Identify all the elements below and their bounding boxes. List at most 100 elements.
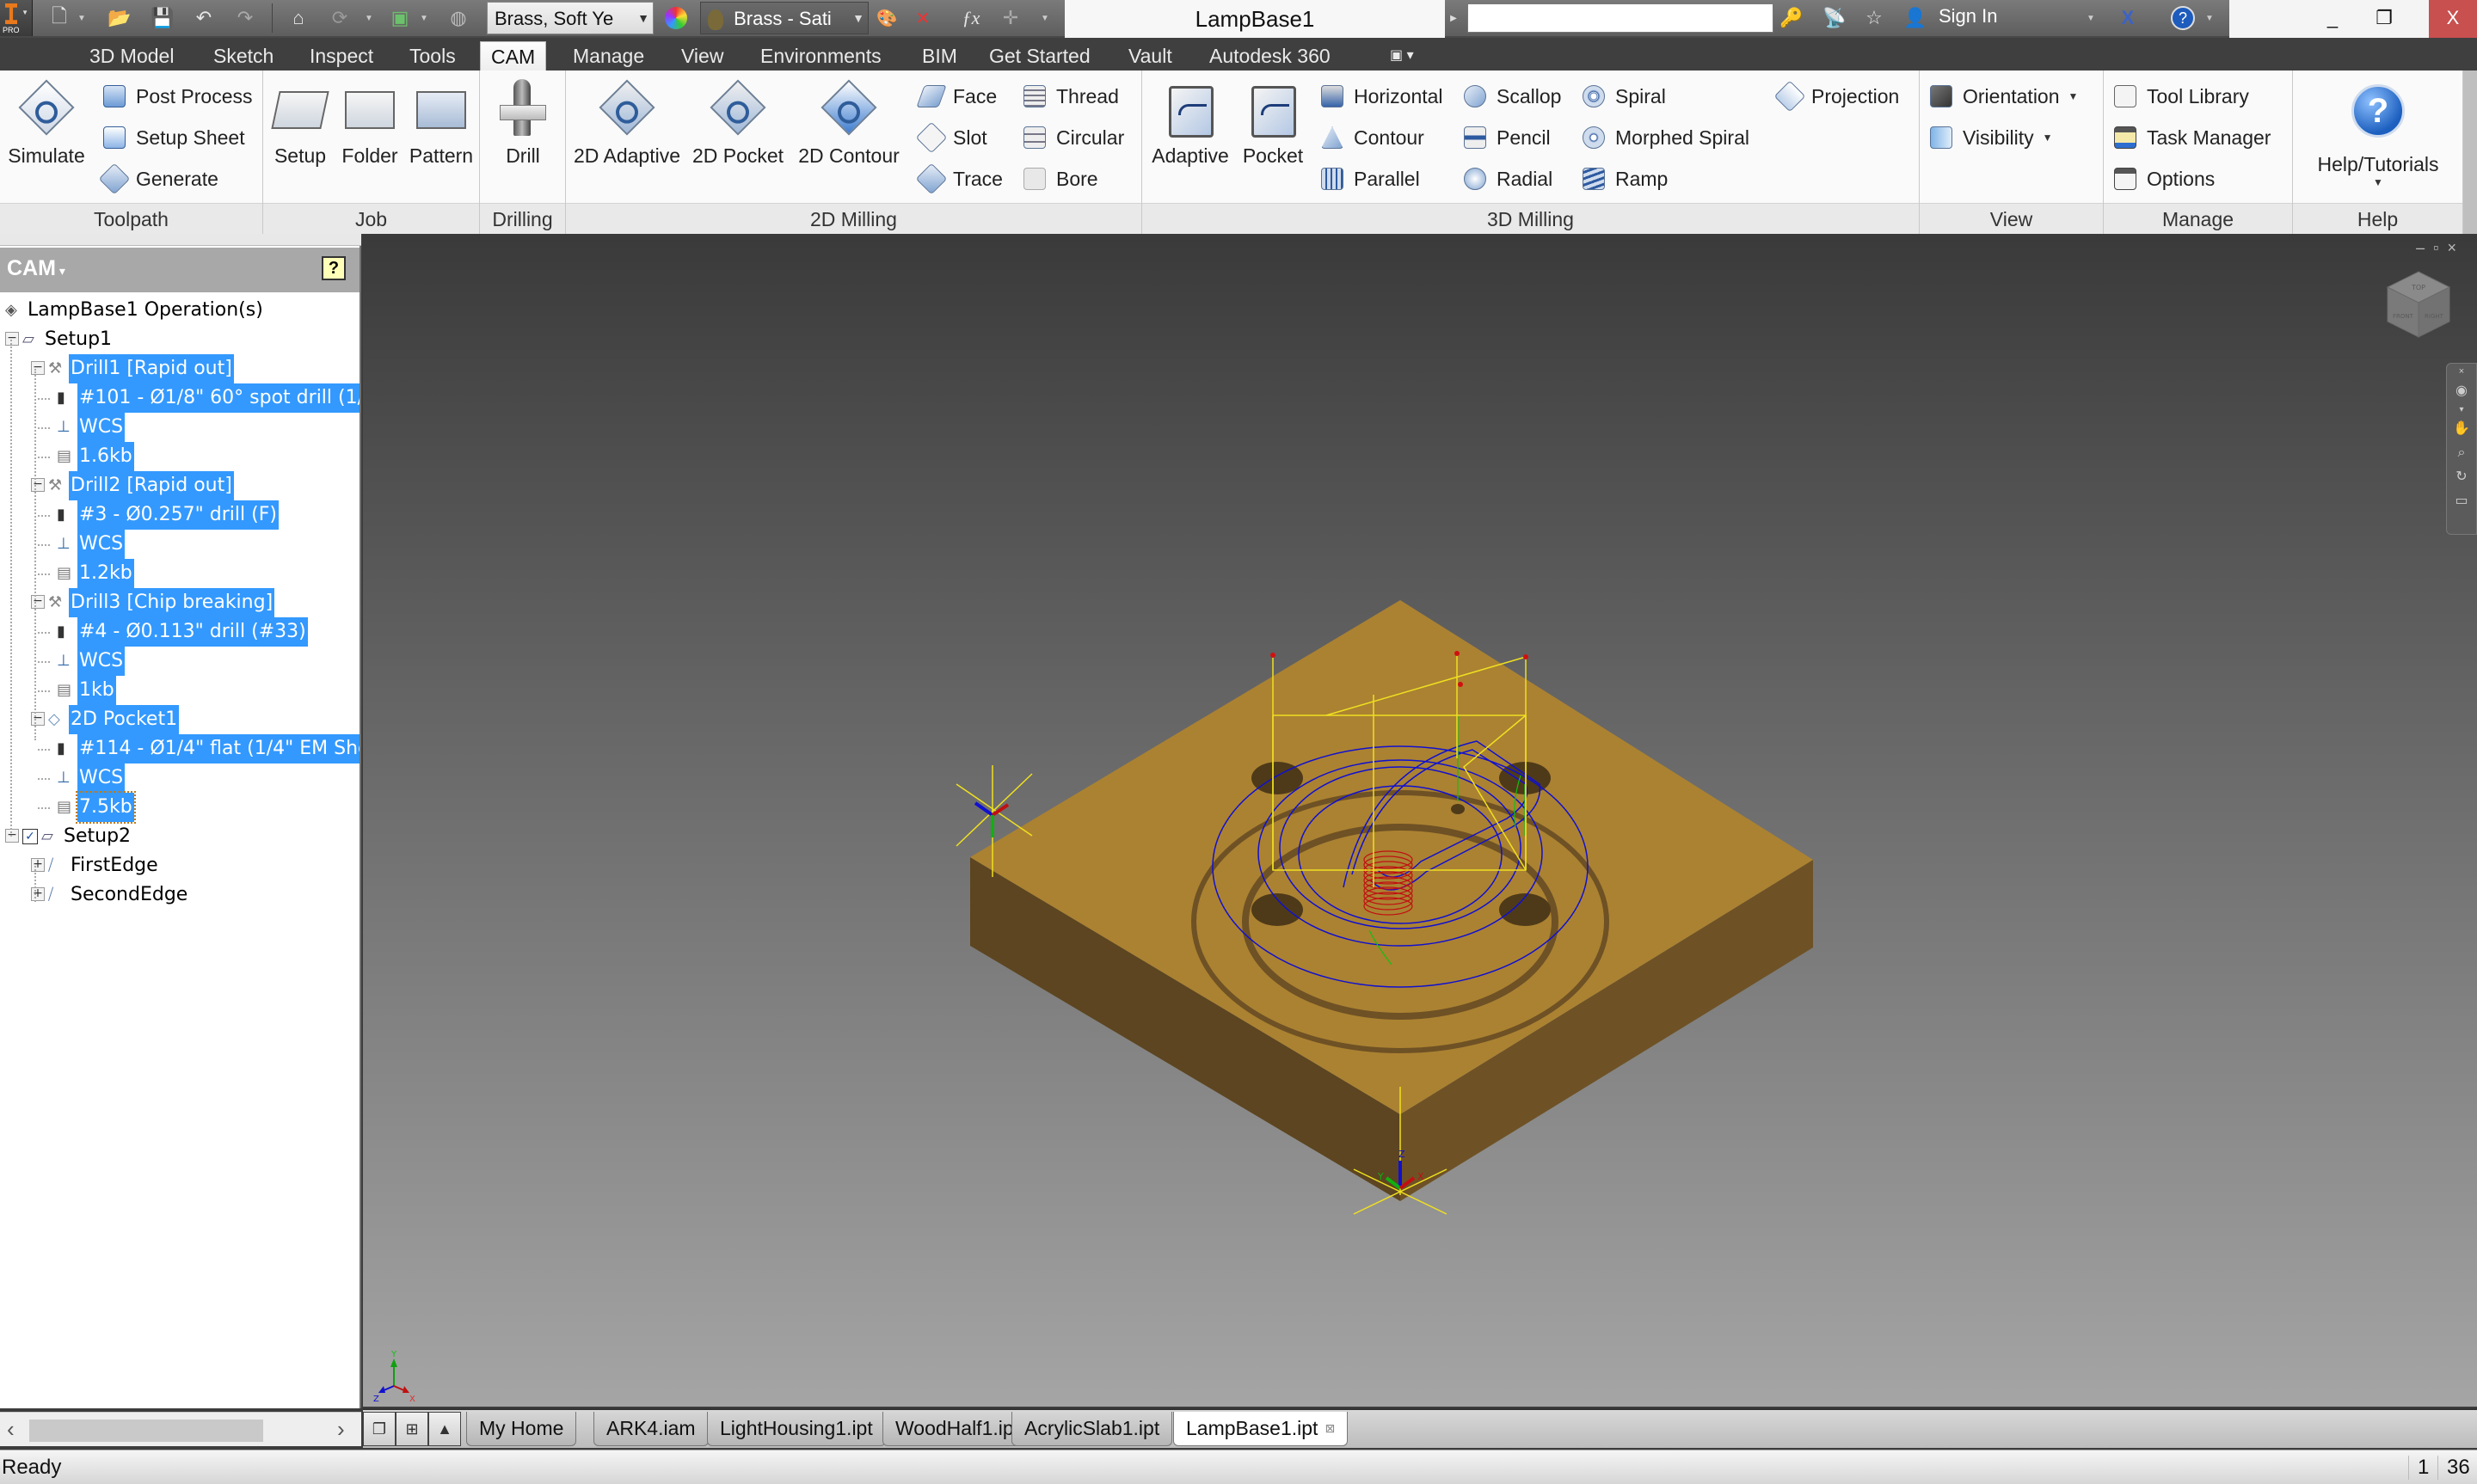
bore-button[interactable]: Bore	[1022, 162, 1098, 196]
collapse-icon[interactable]: −	[31, 361, 45, 375]
tree-node-label[interactable]: 1kb	[77, 676, 116, 705]
tree-node[interactable]: ▤ 1kb	[0, 676, 360, 705]
ramp-button[interactable]: Ramp	[1581, 162, 1668, 196]
tab-environments[interactable]: Environments	[750, 41, 892, 71]
tree-node-label[interactable]: WCS	[77, 413, 126, 442]
update-dropdown-icon[interactable]: ▼	[363, 5, 375, 31]
key-icon[interactable]: 🔑	[1779, 5, 1804, 31]
doc-tab-my-home[interactable]: My Home	[466, 1412, 577, 1446]
radial-button[interactable]: Radial	[1462, 162, 1552, 196]
collapse-icon[interactable]: −	[31, 712, 45, 726]
tree-node-label[interactable]: Drill1 [Rapid out]	[69, 354, 234, 383]
model-view[interactable]: Z X Y Y Z X	[363, 234, 2477, 1407]
tree-node[interactable]: ▤ 7.5kb	[0, 791, 360, 824]
2d-pocket-button[interactable]: 2D Pocket	[686, 79, 790, 168]
tree-node[interactable]: ▮ #3 - Ø0.257" drill (F)	[0, 500, 360, 530]
3d-contour-button[interactable]: Contour	[1319, 120, 1424, 155]
satellite-icon[interactable]: 📡	[1822, 5, 1847, 31]
tree-node[interactable]: ⊥ WCS	[0, 647, 360, 676]
collapse-icon[interactable]: −	[31, 595, 45, 609]
browser-header[interactable]: CAM ▾ ?	[0, 248, 360, 292]
tab-sketch[interactable]: Sketch	[203, 41, 284, 71]
tree-node[interactable]: ⊥ WCS	[0, 413, 360, 442]
tree-node[interactable]: − ⚒ Drill1 [Rapid out]	[0, 354, 360, 383]
2d-adaptive-button[interactable]: 2D Adaptive	[571, 79, 683, 168]
tab-view[interactable]: View	[671, 41, 734, 71]
tool-library-button[interactable]: Tool Library	[2112, 79, 2249, 113]
tab-tools[interactable]: Tools	[399, 41, 466, 71]
slot-button[interactable]: Slot	[915, 120, 987, 155]
expand-icon[interactable]: +	[31, 858, 45, 872]
ribbon-display-options-icon[interactable]: ▣ ▾	[1380, 41, 1424, 71]
3d-adaptive-button[interactable]: Adaptive	[1146, 79, 1235, 168]
sign-in-link[interactable]: Sign In	[1939, 5, 1998, 28]
tree-node-label[interactable]: #114 - Ø1/4" flat (1/4" EM Shor	[77, 734, 360, 763]
doc-tab-lampbase1[interactable]: LampBase1.ipt ⊠	[1173, 1412, 1349, 1446]
user-icon[interactable]: 👤	[1902, 5, 1928, 31]
expand-icon[interactable]: +	[31, 887, 45, 901]
scroll-right-arrow[interactable]: ›	[337, 1416, 345, 1443]
folder-button[interactable]: Folder	[335, 79, 404, 168]
select-dropdown-icon[interactable]: ▼	[418, 5, 430, 31]
new-icon[interactable]: 🗋	[45, 5, 74, 31]
projection-button[interactable]: Projection	[1773, 79, 1899, 113]
customize-dropdown-icon[interactable]: ▼	[1039, 5, 1051, 31]
scallop-button[interactable]: Scallop	[1462, 79, 1561, 113]
parameters-icon[interactable]: ƒx	[958, 5, 984, 31]
new-dropdown-icon[interactable]: ▼	[76, 5, 88, 31]
tree-node-label[interactable]: Setup2	[62, 822, 132, 851]
exchange-apps-icon[interactable]: X	[2112, 5, 2143, 31]
undo-icon[interactable]: ↶	[189, 5, 218, 31]
tree-node[interactable]: + ⧸ FirstEdge	[0, 851, 360, 880]
tab-inspect[interactable]: Inspect	[299, 41, 384, 71]
tree-node[interactable]: ▮ #114 - Ø1/4" flat (1/4" EM Shor	[0, 734, 360, 763]
close-tab-icon[interactable]: ⊠	[1325, 1421, 1335, 1435]
browser-help-icon[interactable]: ?	[322, 256, 346, 280]
tab-get-started[interactable]: Get Started	[979, 41, 1101, 71]
setup-sheet-button[interactable]: Setup Sheet	[101, 120, 245, 155]
orientation-button[interactable]: Orientation ▼	[1928, 79, 2078, 113]
setup-button[interactable]: Setup	[267, 79, 334, 168]
tree-node[interactable]: ▤ 1.2kb	[0, 559, 360, 588]
tree-node-label[interactable]: 1.2kb	[77, 559, 134, 588]
open-icon[interactable]: 📂	[105, 5, 134, 31]
open-documents-icon[interactable]: ▲	[428, 1412, 461, 1446]
tree-node[interactable]: ▤ 1.6kb	[0, 442, 360, 471]
2d-contour-button[interactable]: 2D Contour	[793, 79, 905, 168]
tree-node-label[interactable]: SecondEdge	[69, 880, 189, 910]
spiral-button[interactable]: Spiral	[1581, 79, 1666, 113]
tree-node-label[interactable]: #101 - Ø1/8" 60° spot drill (1/8"	[77, 383, 360, 413]
update-icon[interactable]: ⟳	[325, 5, 354, 31]
post-process-button[interactable]: Post Process	[101, 79, 253, 113]
pencil-button[interactable]: Pencil	[1462, 120, 1551, 155]
browser-title[interactable]: CAM ▾	[7, 256, 65, 281]
tree-node-label[interactable]: WCS	[77, 763, 126, 793]
home-icon[interactable]: ⌂	[284, 5, 313, 31]
appearance-combo[interactable]: Brass - Sati ▼	[700, 2, 869, 34]
tile-windows-icon[interactable]: ⊞	[396, 1412, 428, 1446]
restore-button[interactable]: ❐	[2367, 0, 2401, 36]
stock-block[interactable]	[970, 600, 1813, 1201]
scroll-left-arrow[interactable]: ‹	[7, 1416, 15, 1443]
tree-node[interactable]: ◈ LampBase1 Operation(s)	[0, 296, 360, 325]
tree-node[interactable]: ⊥ WCS	[0, 530, 360, 559]
star-icon[interactable]: ☆	[1861, 5, 1887, 31]
circular-button[interactable]: Circular	[1022, 120, 1124, 155]
tree-node-label[interactable]: #4 - Ø0.113" drill (#33)	[77, 617, 308, 647]
search-input[interactable]	[1467, 3, 1773, 33]
graphics-viewport[interactable]: –▫× TOP FRONT RIGHT × ◉ ▾ ✋ ⌕ ↻ ▭ Z X Y …	[363, 234, 2477, 1407]
help-icon[interactable]: ?	[2167, 5, 2198, 31]
3d-pocket-button[interactable]: Pocket	[1235, 79, 1311, 168]
simulate-button[interactable]: Simulate	[3, 79, 89, 168]
parallel-button[interactable]: Parallel	[1319, 162, 1420, 196]
measure-icon[interactable]: ✛	[998, 5, 1023, 31]
horizontal-button[interactable]: Horizontal	[1319, 79, 1443, 113]
tree-node-label[interactable]: Drill2 [Rapid out]	[69, 471, 234, 500]
doc-tab-acrylicslab1[interactable]: AcrylicSlab1.ipt	[1011, 1412, 1173, 1446]
material-combo[interactable]: Brass, Soft Ye ▼	[487, 2, 654, 34]
collapse-icon[interactable]: −	[5, 829, 19, 843]
color-wheel-icon[interactable]	[662, 5, 690, 31]
face-button[interactable]: Face	[916, 79, 997, 113]
trace-button[interactable]: Trace	[915, 162, 1003, 196]
tab-cam[interactable]: CAM	[480, 41, 547, 71]
